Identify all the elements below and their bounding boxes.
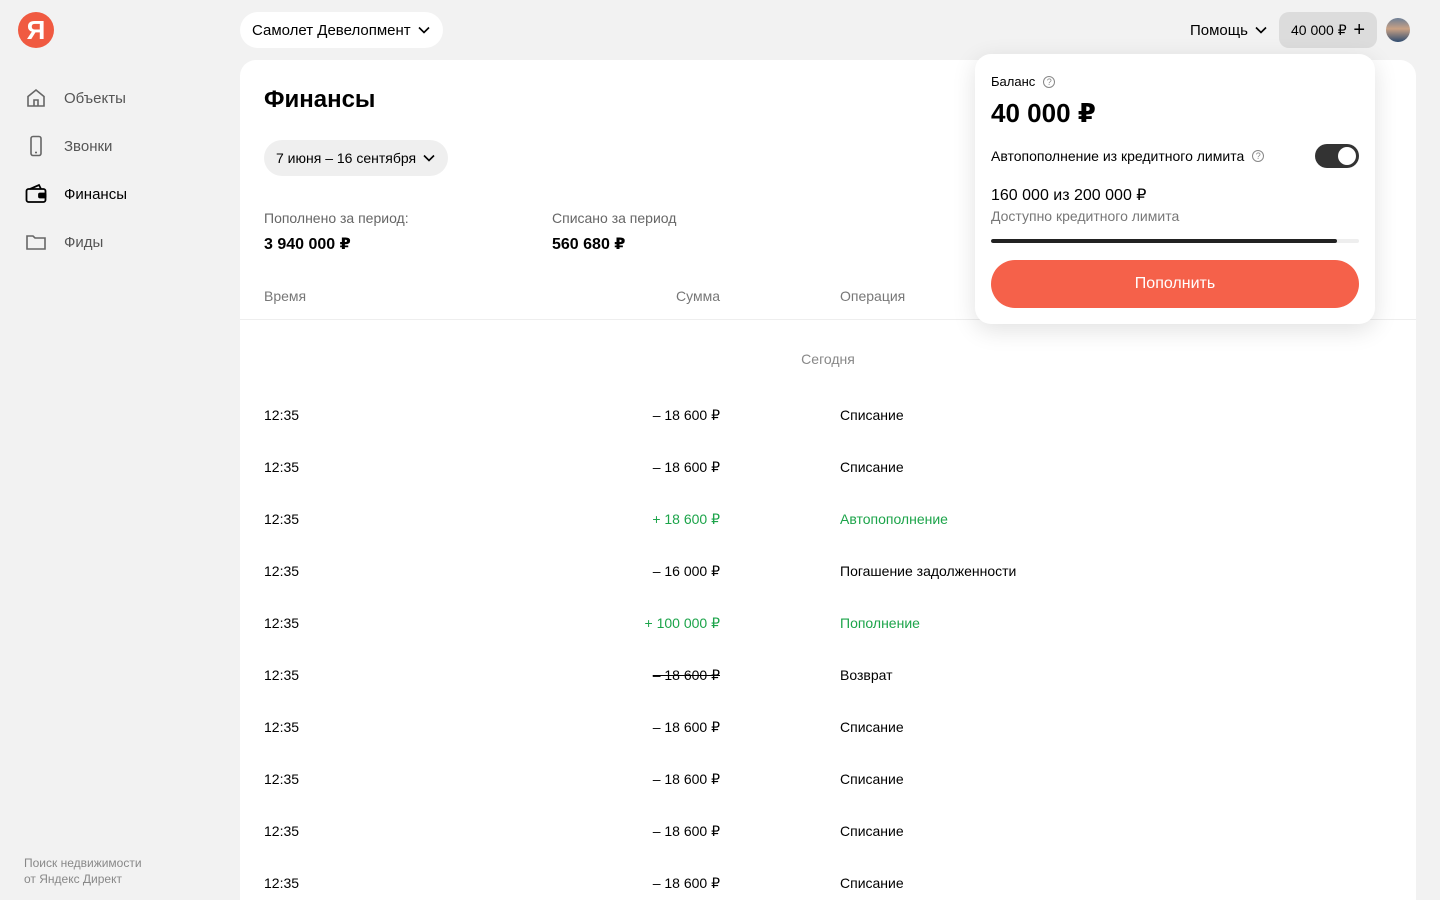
table-row[interactable]: 12:35 – 18 600 ₽ Возврат: [240, 650, 1416, 702]
wallet-icon: [25, 183, 47, 203]
phone-icon: [30, 135, 42, 157]
cell-sum: – 18 600 ₽: [652, 407, 720, 423]
cell-sum: – 18 600 ₽: [652, 875, 720, 891]
table-row[interactable]: 12:35 – 18 600 ₽ Списание: [240, 754, 1416, 806]
credit-limit-progress: [991, 239, 1359, 243]
cell-time: 12:35: [264, 615, 300, 631]
sidebar-item-label: Звонки: [64, 137, 113, 155]
cell-operation: Списание: [840, 875, 904, 891]
cell-operation: Списание: [840, 771, 904, 787]
cell-operation: Списание: [840, 719, 904, 735]
cell-sum: – 18 600 ₽: [652, 459, 720, 475]
column-header-sum[interactable]: Сумма: [676, 288, 720, 304]
transactions-list: 12:35 – 18 600 ₽ Списание 12:35 – 18 600 ₽ Сп…: [240, 390, 1416, 900]
balance-popup: Баланс ? 40 000 ₽ Автопополнение из кред…: [975, 54, 1375, 324]
cell-sum: – 18 600 ₽: [652, 667, 720, 683]
question-icon[interactable]: ?: [1252, 150, 1265, 162]
cell-operation: Списание: [840, 459, 904, 475]
credit-limit-progress-fill: [991, 239, 1337, 243]
question-icon[interactable]: ?: [1043, 75, 1056, 88]
company-select[interactable]: Самолет Девелопмент: [240, 12, 443, 48]
balance-amount-large: 40 000 ₽: [991, 98, 1096, 128]
cell-time: 12:35: [264, 771, 300, 787]
balance-label: Баланс ?: [991, 74, 1056, 89]
cell-operation: Списание: [840, 407, 904, 423]
cell-time: 12:35: [264, 563, 300, 579]
help-label: Помощь: [1190, 21, 1248, 39]
sidebar-item-finances[interactable]: Финансы: [0, 170, 240, 218]
cell-sum: – 18 600 ₽: [652, 823, 720, 839]
sidebar-item-label: Финансы: [64, 185, 127, 203]
credit-limit-caption: Доступно кредитного лимита: [991, 208, 1180, 224]
sidebar-footer: Поиск недвижимости от Яндекс Директ: [24, 856, 142, 886]
balance-amount: 40 000 ₽: [1291, 21, 1347, 38]
table-row[interactable]: 12:35 – 18 600 ₽ Списание: [240, 858, 1416, 900]
table-row[interactable]: 12:35 – 18 600 ₽ Списание: [240, 806, 1416, 858]
date-range-label: 7 июня – 16 сентября: [276, 150, 417, 166]
chevron-down-icon: [423, 154, 435, 162]
cell-sum: + 18 600 ₽: [652, 511, 720, 527]
cell-sum: – 18 600 ₽: [652, 771, 720, 787]
cell-sum: – 16 000 ₽: [652, 563, 720, 579]
date-range-select[interactable]: 7 июня – 16 сентября: [264, 140, 449, 176]
table-row[interactable]: 12:35 + 18 600 ₽ Автопополнение: [240, 494, 1416, 546]
table-row[interactable]: 12:35 – 18 600 ₽ Списание: [240, 390, 1416, 442]
sidebar-item-calls[interactable]: Звонки: [0, 122, 240, 170]
sidebar-item-label: Фиды: [64, 233, 104, 251]
cell-operation: Возврат: [840, 667, 893, 683]
yandex-logo[interactable]: Я: [18, 12, 54, 48]
group-label: Сегодня: [801, 351, 855, 367]
autotopup-toggle[interactable]: [1315, 144, 1359, 168]
plus-icon: +: [1353, 19, 1365, 41]
balance-button[interactable]: 40 000 ₽ +: [1279, 12, 1377, 48]
folder-icon: [26, 235, 46, 250]
table-row[interactable]: 12:35 – 18 600 ₽ Списание: [240, 702, 1416, 754]
stat-spent: Списано за период 560 680 ₽: [552, 210, 677, 253]
autotopup-label: Автопополнение из кредитного лимита ?: [991, 148, 1265, 164]
credit-limit-value: 160 000 из 200 000 ₽: [991, 187, 1147, 204]
help-menu[interactable]: Помощь: [1190, 12, 1268, 48]
chevron-down-icon: [418, 26, 430, 34]
cell-time: 12:35: [264, 407, 300, 423]
cell-time: 12:35: [264, 459, 300, 475]
cell-time: 12:35: [264, 667, 300, 683]
cell-sum: – 18 600 ₽: [652, 719, 720, 735]
cell-time: 12:35: [264, 875, 300, 891]
cell-sum: + 100 000 ₽: [644, 615, 720, 631]
avatar[interactable]: [1386, 18, 1410, 42]
cell-operation: Автопополнение: [840, 511, 948, 527]
cell-operation: Списание: [840, 823, 904, 839]
column-header-time[interactable]: Время: [264, 288, 306, 304]
cell-operation: Погашение задолженности: [840, 563, 1017, 579]
table-row[interactable]: 12:35 + 100 000 ₽ Пополнение: [240, 598, 1416, 650]
sidebar: Объекты Звонки Финансы Фиды: [0, 74, 240, 266]
column-header-operation[interactable]: Операция: [840, 288, 905, 304]
topup-button[interactable]: Пополнить: [991, 260, 1359, 308]
table-row[interactable]: 12:35 – 18 600 ₽ Списание: [240, 442, 1416, 494]
chevron-down-icon: [1255, 26, 1267, 34]
cell-time: 12:35: [264, 719, 300, 735]
cell-time: 12:35: [264, 823, 300, 839]
table-row[interactable]: 12:35 – 16 000 ₽ Погашение задолженности: [240, 546, 1416, 598]
sidebar-item-label: Объекты: [64, 89, 126, 107]
house-icon: [27, 88, 45, 107]
stat-topped: Пополнено за период: 3 940 000 ₽: [264, 210, 409, 253]
page-title: Финансы: [264, 86, 376, 113]
company-name: Самолет Девелопмент: [252, 21, 411, 39]
sidebar-item-feeds[interactable]: Фиды: [0, 218, 240, 266]
sidebar-item-objects[interactable]: Объекты: [0, 74, 240, 122]
cell-time: 12:35: [264, 511, 300, 527]
cell-operation: Пополнение: [840, 615, 920, 631]
